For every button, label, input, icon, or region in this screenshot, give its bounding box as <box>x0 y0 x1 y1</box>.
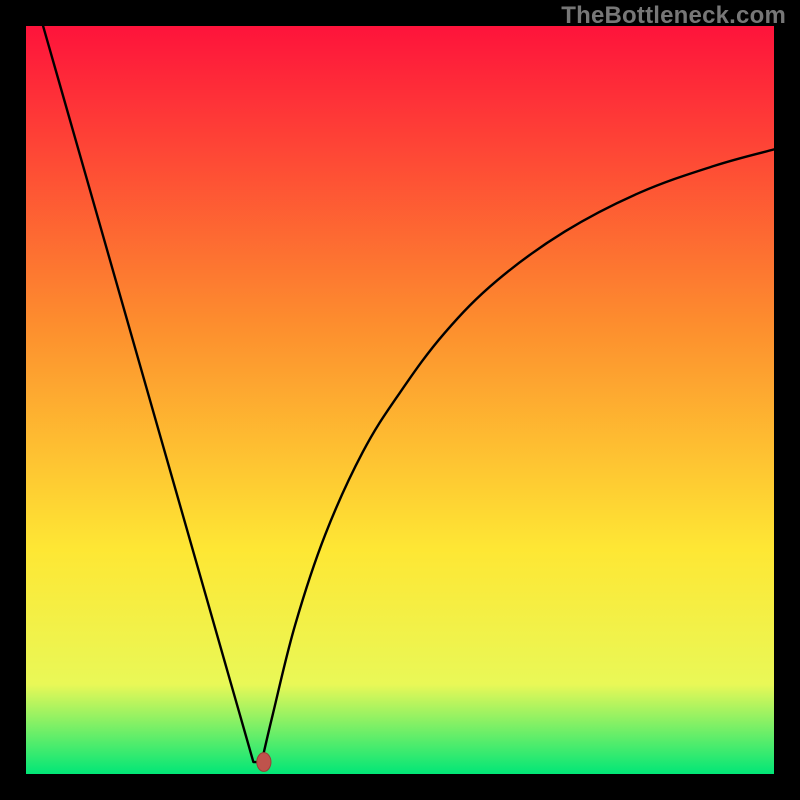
plot-area <box>26 26 774 774</box>
optimum-marker <box>257 753 271 772</box>
chart-frame: TheBottleneck.com <box>0 0 800 800</box>
gradient-background <box>26 26 774 774</box>
plot-svg <box>26 26 774 774</box>
